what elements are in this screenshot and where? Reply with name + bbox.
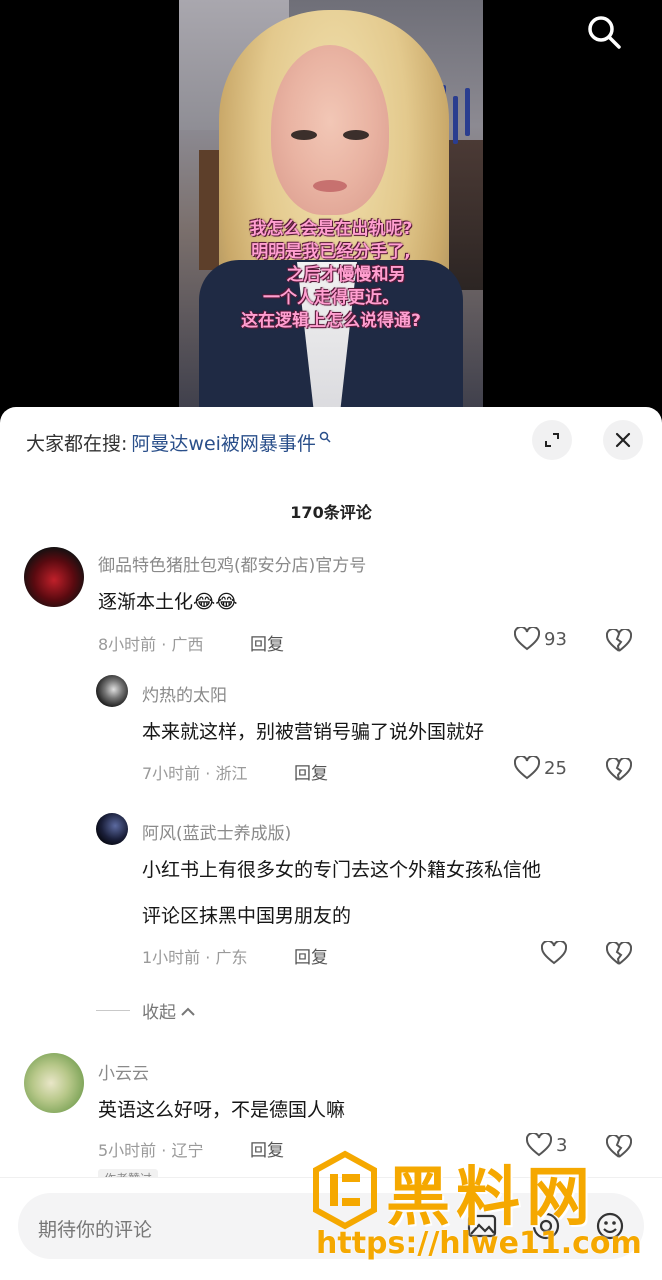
- expand-button[interactable]: [532, 420, 572, 460]
- heart-icon: [526, 1133, 552, 1157]
- comment-sheet: 大家都在搜: 阿曼达wei被网暴事件 170条评论 御品特色猪肚包鸡(都安分店)…: [0, 407, 662, 1280]
- collapse-label: 收起: [142, 1003, 176, 1023]
- heart-icon: [514, 756, 540, 780]
- comment-author[interactable]: 灼热的太阳: [142, 681, 227, 706]
- like-count: 93: [544, 628, 567, 650]
- subtitle-line: 我怎么会是在出轨呢?: [249, 219, 413, 239]
- comment-meta: 5小时前 · 辽宁: [98, 1141, 204, 1160]
- comment-input-placeholder: 期待你的评论: [38, 1219, 153, 1241]
- hot-search-prefix: 大家都在搜:: [26, 432, 128, 455]
- like-count: 25: [544, 757, 567, 779]
- dislike-button[interactable]: [605, 627, 633, 657]
- expand-icon: [545, 433, 559, 447]
- dislike-button[interactable]: [605, 940, 633, 970]
- dislike-button[interactable]: [605, 1133, 633, 1163]
- avatar[interactable]: [24, 547, 84, 607]
- comment-author[interactable]: 阿风(蓝武士养成版): [142, 819, 291, 844]
- collapse-replies-button[interactable]: 收起: [96, 998, 196, 1023]
- video-subtitle: 我怎么会是在出轨呢? 明明是我已经分手了, 之后才慢慢和另 一个人走得更近。 这…: [179, 218, 483, 333]
- avatar[interactable]: [24, 1053, 84, 1113]
- search-button[interactable]: [584, 12, 624, 52]
- reply-button[interactable]: 回复: [250, 1136, 284, 1161]
- broken-heart-icon: [605, 940, 633, 965]
- subtitle-line: 这在逻辑上怎么说得通?: [241, 311, 421, 331]
- search-icon: [588, 16, 621, 49]
- mention-icon[interactable]: [530, 1210, 562, 1242]
- subtitle-line: 之后才慢慢和另: [286, 265, 406, 285]
- video-frame[interactable]: 我怎么会是在出轨呢? 明明是我已经分手了, 之后才慢慢和另 一个人走得更近。 这…: [179, 0, 483, 420]
- like-button[interactable]: 93: [514, 627, 567, 651]
- eye: [343, 130, 369, 140]
- comment-input-bar: 期待你的评论: [0, 1177, 662, 1280]
- like-button[interactable]: [541, 941, 571, 965]
- comment-text: 英语这么好呀，不是德国人嘛: [98, 1099, 346, 1121]
- heart-icon: [514, 627, 540, 651]
- broken-heart-icon: [605, 756, 633, 781]
- comment-emoji: 😂😂: [193, 591, 238, 613]
- emoji-icon[interactable]: [594, 1210, 626, 1242]
- comment-meta: 7小时前 · 浙江: [142, 764, 248, 783]
- avatar[interactable]: [96, 813, 128, 845]
- comment-count: 170条评论: [290, 503, 372, 522]
- comment-text: 评论区抹黑中国男朋友的: [142, 905, 352, 927]
- subtitle-line: 明明是我已经分手了,: [251, 242, 411, 262]
- search-small-icon: [319, 431, 331, 443]
- comment-input[interactable]: 期待你的评论: [18, 1193, 644, 1259]
- eye: [291, 130, 317, 140]
- comment-meta: 8小时前 · 广西: [98, 635, 204, 654]
- subtitle-line: 一个人走得更近。: [263, 288, 399, 308]
- hot-search[interactable]: 大家都在搜: 阿曼达wei被网暴事件: [26, 427, 331, 457]
- lips: [313, 180, 347, 192]
- like-count: 3: [556, 1134, 568, 1156]
- image-icon[interactable]: [466, 1210, 498, 1242]
- comment-text: 小红书上有很多女的专门去这个外籍女孩私信他: [142, 859, 542, 881]
- broken-heart-icon: [605, 627, 633, 652]
- close-icon: [615, 432, 631, 448]
- comment-text-body: 逐渐本土化: [98, 591, 194, 613]
- video-area[interactable]: 我怎么会是在出轨呢? 明明是我已经分手了, 之后才慢慢和另 一个人走得更近。 这…: [0, 0, 662, 420]
- like-button[interactable]: 25: [514, 756, 567, 780]
- reply-button[interactable]: 回复: [294, 943, 328, 968]
- reply-button[interactable]: 回复: [294, 759, 328, 784]
- person-face: [271, 45, 389, 215]
- comment-author[interactable]: 御品特色猪肚包鸡(都安分店)官方号: [98, 551, 366, 576]
- dislike-button[interactable]: [605, 756, 633, 786]
- like-button[interactable]: 3: [526, 1133, 567, 1157]
- heart-icon: [541, 941, 567, 965]
- reply-button[interactable]: 回复: [250, 630, 284, 655]
- candle: [453, 96, 458, 144]
- hot-search-term[interactable]: 阿曼达wei被网暴事件: [131, 429, 316, 456]
- candle: [465, 88, 470, 136]
- close-button[interactable]: [603, 420, 643, 460]
- chevron-up-icon: [181, 1007, 195, 1016]
- broken-heart-icon: [605, 1133, 633, 1158]
- comment-meta: 1小时前 · 广东: [142, 948, 248, 967]
- comment-author[interactable]: 小云云: [98, 1059, 149, 1084]
- comment-text: 本来就这样，别被营销号骗了说外国就好: [142, 721, 485, 743]
- divider: [96, 1010, 130, 1011]
- comment-text: 逐渐本土化😂😂: [98, 587, 237, 614]
- avatar[interactable]: [96, 675, 128, 707]
